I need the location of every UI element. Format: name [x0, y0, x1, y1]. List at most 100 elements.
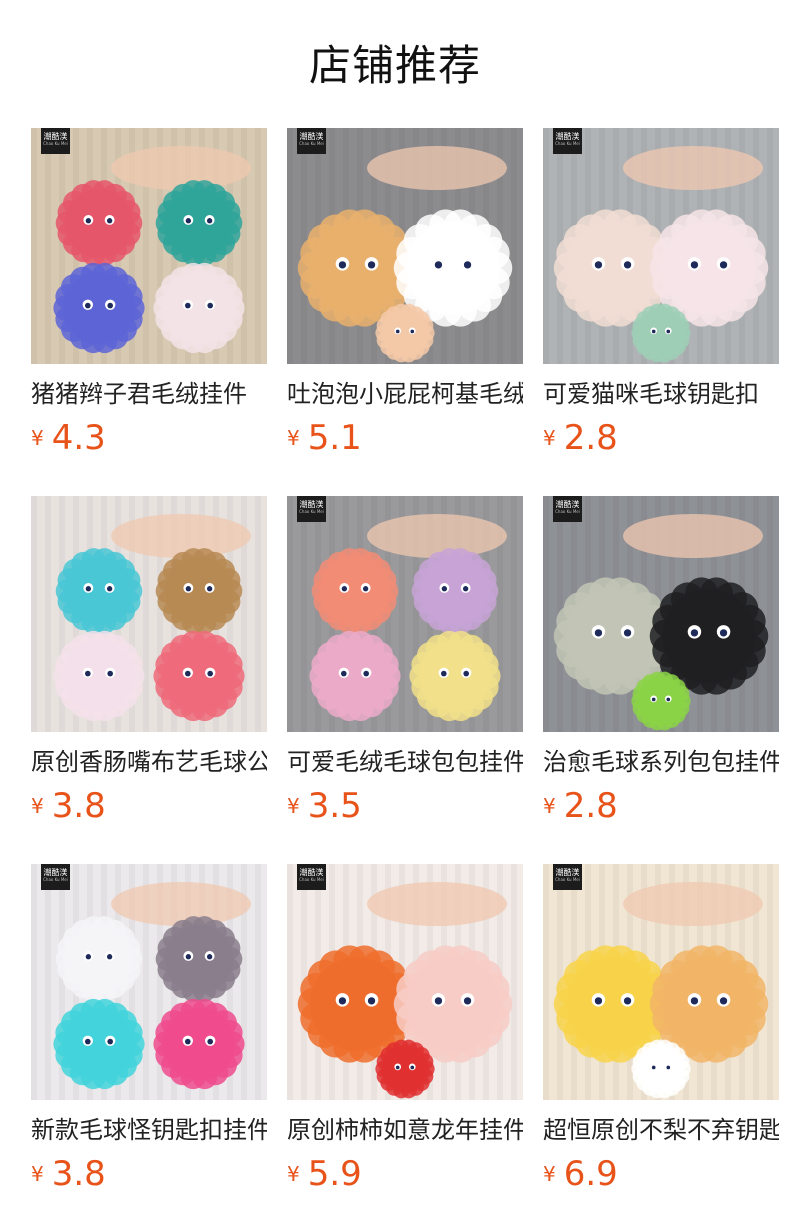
hand-shape	[623, 514, 763, 558]
brand-badge: 潮酷渼 Chao Ku Mei	[41, 864, 70, 890]
product-card[interactable]: 潮酷渼Chao Ku Mei 超恒原创不梨不弃钥匙扣 ¥6.9	[543, 864, 779, 1194]
hand-shape	[111, 882, 251, 926]
price-value: 6.9	[563, 1154, 618, 1194]
brand-badge-text: 潮酷渼	[43, 132, 68, 141]
product-price: ¥3.5	[287, 784, 362, 828]
plush-figure	[53, 630, 145, 722]
plush-figure	[153, 630, 245, 722]
product-image[interactable]	[31, 496, 267, 732]
product-price: ¥4.3	[31, 416, 106, 460]
plush-figure	[155, 916, 243, 1002]
brand-badge-sub: Chao Ku Mei	[555, 141, 580, 146]
currency-symbol: ¥	[31, 426, 44, 450]
product-image[interactable]: 潮酷渼 Chao Ku Mei	[31, 864, 267, 1100]
product-price: ¥3.8	[31, 784, 106, 828]
brand-badge-text: 潮酷渼	[299, 868, 324, 877]
product-price: ¥2.8	[543, 784, 618, 828]
currency-symbol: ¥	[543, 794, 556, 818]
product-card[interactable]: 潮酷渼 Chao Ku Mei 猪猪辫子君毛绒挂件 ¥4.3	[31, 128, 267, 458]
hand-shape	[367, 882, 507, 926]
page-title: 店铺推荐	[308, 41, 481, 90]
brand-badge-text: 潮酷渼	[555, 500, 580, 509]
product-card[interactable]: 潮酷渼 Chao Ku Mei 治愈毛球系列包包挂件 ¥2.8	[543, 496, 779, 826]
brand-badge: 潮酷渼 Chao Ku Mei	[41, 128, 70, 154]
product-name[interactable]: 可爱毛绒毛球包包挂件	[287, 744, 523, 780]
product-name[interactable]: 可爱猫咪毛球钥匙扣	[543, 376, 779, 412]
brand-badge-text: 潮酷渼	[299, 132, 324, 141]
brand-badge-sub: Chao Ku Mei	[299, 509, 324, 514]
plush-figure	[375, 1039, 435, 1099]
price-value: 5.1	[307, 418, 362, 458]
brand-badge-sub: Chao Ku Mei	[43, 877, 68, 882]
brand-badge-sub: Chao Ku Mei	[43, 141, 68, 146]
currency-symbol: ¥	[31, 794, 44, 818]
brand-badge-sub: Chao Ku Mei	[299, 877, 324, 882]
product-price: ¥2.8	[543, 416, 618, 460]
product-price: ¥5.1	[287, 416, 362, 460]
product-image[interactable]: 潮酷渼 Chao Ku Mei	[31, 128, 267, 364]
plush-figure	[53, 262, 145, 354]
currency-symbol: ¥	[543, 426, 556, 450]
currency-symbol: ¥	[287, 426, 300, 450]
product-price: ¥3.8	[31, 1152, 106, 1196]
plush-figure	[155, 548, 243, 634]
price-value: 5.9	[307, 1154, 362, 1194]
product-image[interactable]: 潮酷渼 Chao Ku Mei	[543, 128, 779, 364]
price-value: 3.8	[51, 786, 106, 826]
product-card[interactable]: 潮酷渼 Chao Ku Mei 原创柿柿如意龙年挂件 ¥5.9	[287, 864, 523, 1194]
product-image[interactable]: 潮酷渼 Chao Ku Mei	[287, 864, 523, 1100]
plush-figure	[631, 1039, 691, 1099]
brand-badge-text: 潮酷渼	[555, 132, 580, 141]
brand-badge: 潮酷渼 Chao Ku Mei	[553, 128, 582, 154]
brand-badge-text: 潮酷渼	[555, 868, 580, 877]
price-value: 2.8	[563, 786, 618, 826]
product-name[interactable]: 原创柿柿如意龙年挂件	[287, 1112, 523, 1148]
plush-figure	[631, 303, 691, 363]
plush-figure	[409, 630, 501, 722]
price-value: 3.8	[51, 1154, 106, 1194]
plush-figure	[375, 303, 435, 363]
brand-badge-sub: Chao Ku Mei	[555, 877, 580, 882]
product-card[interactable]: 原创香肠嘴布艺毛球公仔扣 ¥3.8	[31, 496, 267, 826]
product-image[interactable]: 潮酷渼 Chao Ku Mei	[543, 496, 779, 732]
brand-badge: 潮酷渼 Chao Ku Mei	[297, 864, 326, 890]
product-image[interactable]: 潮酷渼 Chao Ku Mei	[543, 864, 779, 1100]
hand-shape	[623, 882, 763, 926]
brand-badge: 潮酷渼 Chao Ku Mei	[553, 864, 582, 890]
product-name[interactable]: 吐泡泡小屁屁柯基毛绒挂件	[287, 376, 523, 412]
price-value: 3.5	[307, 786, 362, 826]
plush-figure	[153, 262, 245, 354]
brand-badge: 潮酷渼 Chao Ku Mei	[297, 496, 326, 522]
currency-symbol: ¥	[543, 1162, 556, 1186]
product-card[interactable]: 潮酷渼 Chao Ku Mei 可爱毛绒毛球包包挂件 ¥3.5	[287, 496, 523, 826]
product-name[interactable]: 超恒原创不梨不弃钥匙扣	[543, 1112, 779, 1148]
product-card[interactable]: 潮酷渼 Chao Ku Mei 新款毛球怪钥匙扣挂件 ¥3.8	[31, 864, 267, 1194]
price-value: 4.3	[51, 418, 106, 458]
brand-badge: 潮酷渼 Chao Ku Mei	[553, 496, 582, 522]
product-price: ¥5.9	[287, 1152, 362, 1196]
hand-shape	[111, 146, 251, 190]
product-image[interactable]: 潮酷渼 Chao Ku Mei	[287, 128, 523, 364]
product-card[interactable]: 潮酷渼Chao Ku Mei 吐泡泡小屁屁柯基毛绒挂件 ¥5.1	[287, 128, 523, 458]
product-name[interactable]: 猪猪辫子君毛绒挂件	[31, 376, 267, 412]
brand-badge-sub: Chao Ku Mei	[299, 141, 324, 146]
brand-badge-text: 潮酷渼	[43, 868, 68, 877]
plush-figure	[631, 671, 691, 731]
currency-symbol: ¥	[287, 794, 300, 818]
plush-figure	[55, 548, 143, 634]
plush-figure	[53, 998, 145, 1090]
product-name[interactable]: 原创香肠嘴布艺毛球公仔扣	[31, 744, 267, 780]
hand-shape	[367, 146, 507, 190]
product-image[interactable]: 潮酷渼 Chao Ku Mei	[287, 496, 523, 732]
currency-symbol: ¥	[287, 1162, 300, 1186]
product-card[interactable]: 潮酷渼 Chao Ku Mei 可爱猫咪毛球钥匙扣 ¥2.8	[543, 128, 779, 458]
product-name[interactable]: 治愈毛球系列包包挂件	[543, 744, 779, 780]
price-value: 2.8	[563, 418, 618, 458]
product-price: ¥6.9	[543, 1152, 618, 1196]
brand-badge-sub: Chao Ku Mei	[555, 509, 580, 514]
hand-shape	[367, 514, 507, 558]
product-name[interactable]: 新款毛球怪钥匙扣挂件	[31, 1112, 267, 1148]
plush-figure	[411, 548, 499, 634]
brand-badge: 潮酷渼 Chao Ku Mei	[297, 128, 326, 154]
plush-figure	[155, 180, 243, 266]
